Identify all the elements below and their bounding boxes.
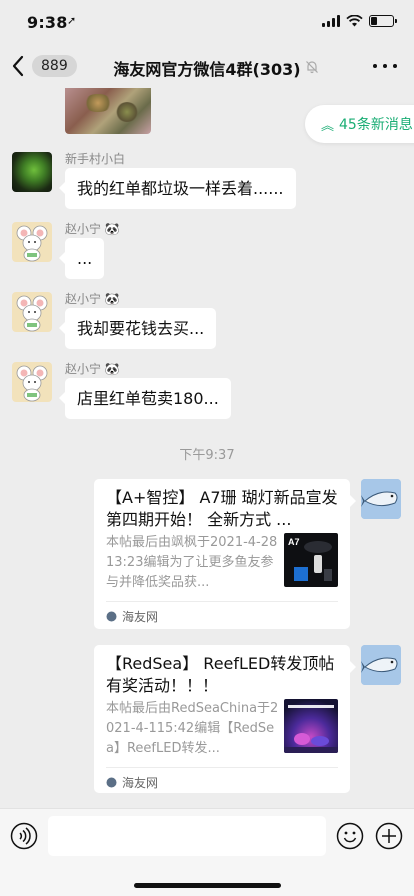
mute-bell-icon [306,61,318,74]
sender-name: 赵小宁 🐼 [65,362,120,376]
shared-image-message[interactable] [65,88,151,134]
new-messages-button[interactable]: ︽ 45条新消息 [305,105,414,143]
link-source-name: 海友网 [122,610,159,624]
status-icons [322,15,397,27]
sender-name: 赵小宁 🐼 [65,292,120,306]
avatar[interactable] [12,292,52,332]
battery-level [371,17,378,25]
voice-input-icon[interactable] [10,822,38,850]
link-card[interactable]: 【RedSea】 ReefLED转发顶帖有奖活动！！！ 本帖最后由RedSeaC… [94,645,356,793]
a7-product-image: A7 [288,537,332,581]
link-source-name: 海友网 [122,776,159,790]
battery-icon [369,15,397,27]
link-source: 海友网 [106,774,158,791]
compass-icon [106,611,117,622]
cellular-signal-icon [322,15,340,27]
sender-name: 新手村小白 [65,152,126,166]
double-chevron-up-icon: ︽ [321,118,335,134]
link-title: 【A+智控】 A7珊 瑚灯新品宣发 第四期开始！ 全新方式 ... [106,488,338,529]
link-thumbnail: A7 [284,533,338,587]
input-bar [0,808,414,896]
chat-area[interactable]: ︽ 45条新消息 新手村小白 我的红单都垃圾一样丢着...... 赵小宁 🐼 .… [0,88,414,808]
link-source: 海友网 [106,608,158,625]
message-input[interactable] [48,816,326,856]
link-card[interactable]: 【A+智控】 A7珊 瑚灯新品宣发 第四期开始！ 全新方式 ... 本帖最后由飒… [94,479,356,629]
link-thumbnail [284,699,338,753]
avatar[interactable] [361,479,401,519]
sender-name: 赵小宁 🐼 [65,222,120,236]
link-description: 本帖最后由RedSeaChina于2021-4-115:42编辑【RedSea】… [106,701,279,756]
avatar[interactable] [361,645,401,685]
mouse-avatar-icon [16,295,48,332]
link-title: 【RedSea】 ReefLED转发顶帖有奖活动！！！ [106,654,335,695]
new-messages-label: 45条新消息 [339,117,413,133]
emoji-icon[interactable] [336,822,364,850]
thumb-a7-label: A7 [288,537,300,547]
time-separator: 下午9:37 [179,448,235,463]
divider [106,601,338,602]
mouse-avatar-icon [16,225,48,262]
mouse-avatar-icon [16,365,48,402]
wifi-icon [346,15,363,27]
dot-icon [373,64,377,68]
message-bubble[interactable]: 我的红单都垃圾一样丢着...... [59,168,296,209]
dot-icon [383,64,387,68]
plus-icon[interactable] [375,822,403,850]
fish-avatar-icon [361,479,401,519]
message-bubble[interactable]: 我却要花钱去买... [58,308,217,349]
dot-icon [393,64,397,68]
avatar[interactable] [12,222,52,262]
chat-title: 海友网官方微信4群(303) [113,60,301,79]
avatar[interactable] [12,362,52,402]
compass-icon [106,777,117,788]
reef-tank-image [284,705,338,753]
fish-avatar-icon [361,645,401,685]
home-indicator [134,883,281,888]
divider [106,767,338,768]
avatar[interactable] [12,152,52,192]
status-bar: 9:38 ➚ [0,0,414,44]
link-description: 本帖最后由飒枫于2021-4-2813:23编辑为了让更多鱼友参与并降低奖品获.… [106,535,278,590]
message-bubble[interactable]: ... [58,238,105,279]
nav-bar: 889 海友网官方微信4群(303) [0,44,414,88]
more-options-button[interactable] [370,54,400,78]
status-time: 9:38 [27,13,68,32]
message-bubble[interactable]: 店里红单苞卖180... [59,378,231,419]
location-arrow-icon: ➚ [67,14,77,27]
